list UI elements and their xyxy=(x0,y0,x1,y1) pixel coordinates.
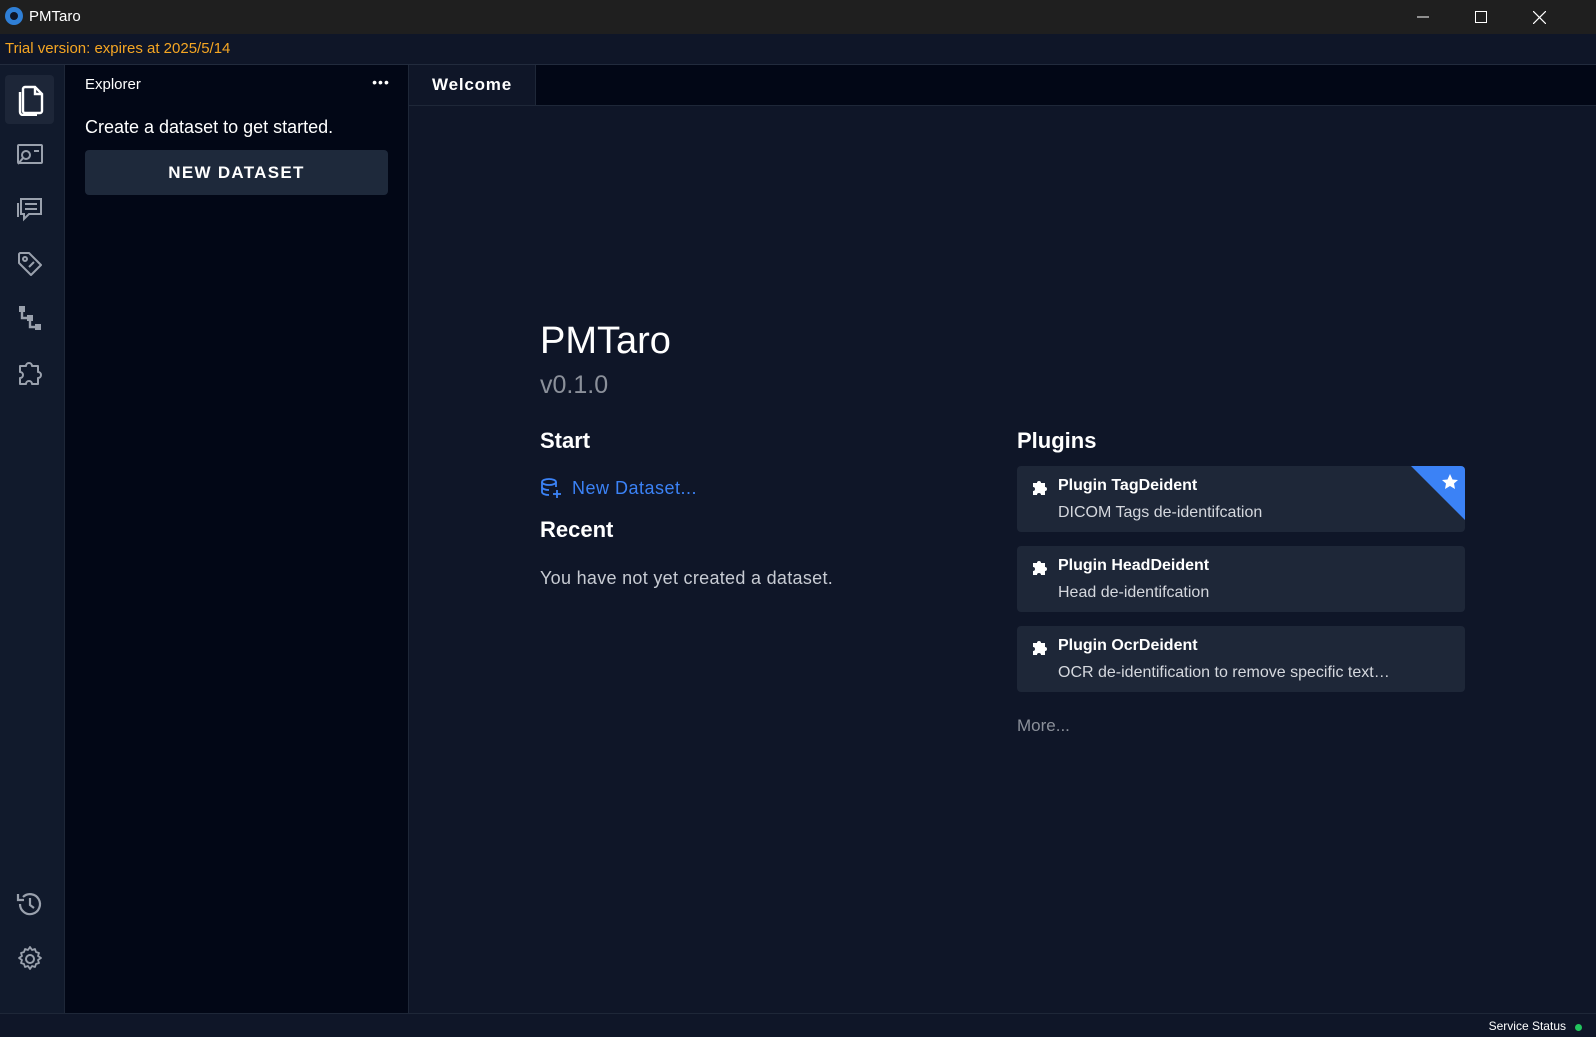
comments-icon xyxy=(16,197,42,221)
plugin-card-tagdeident[interactable]: Plugin TagDeident DICOM Tags de-identifc… xyxy=(1017,466,1465,532)
minimize-button[interactable] xyxy=(1394,0,1452,34)
gear-icon xyxy=(17,945,42,970)
plugin-card-ocrdeident[interactable]: Plugin OcrDeident OCR de-identification … xyxy=(1017,626,1465,692)
plugin-description: Head de-identifcation xyxy=(1058,584,1210,601)
puzzle-icon xyxy=(18,361,42,385)
tag-icon xyxy=(17,251,42,276)
image-viewer-icon xyxy=(16,143,43,165)
maximize-button[interactable] xyxy=(1452,0,1510,34)
recent-empty-text: You have not yet created a dataset. xyxy=(540,568,834,588)
explorer-hint: Create a dataset to get started. xyxy=(85,117,334,137)
explorer-title: Explorer xyxy=(85,76,141,93)
explorer-more-button[interactable]: ••• xyxy=(370,73,392,91)
trial-banner: Trial version: expires at 2025/5/14 xyxy=(0,34,1596,65)
start-title: Start xyxy=(540,428,591,453)
new-dataset-button[interactable]: NEW DATASET xyxy=(85,150,388,195)
database-add-icon xyxy=(541,478,561,498)
activity-settings[interactable] xyxy=(5,934,54,983)
window-title: PMTaro xyxy=(29,8,81,25)
new-dataset-link[interactable]: New Dataset... xyxy=(540,475,697,501)
trial-text: Trial version: expires at 2025/5/14 xyxy=(5,40,231,57)
activity-tags[interactable] xyxy=(5,239,54,288)
close-button[interactable] xyxy=(1510,0,1568,34)
service-status-label[interactable]: Service Status xyxy=(1489,1019,1566,1033)
plugin-description: OCR de-identification to remove specific… xyxy=(1058,664,1390,681)
explorer-panel: Explorer ••• Create a dataset to get sta… xyxy=(65,65,409,1013)
activity-bar xyxy=(0,65,65,1013)
activity-workflow[interactable] xyxy=(5,293,54,342)
title-bar: PMTaro xyxy=(0,0,1596,34)
minimize-icon xyxy=(1417,16,1429,18)
plugin-card-headdeident[interactable]: Plugin HeadDeident Head de-identifcation xyxy=(1017,546,1465,612)
editor-tab-bar: Welcome xyxy=(409,65,1596,106)
plugin-name: Plugin TagDeident xyxy=(1058,477,1198,494)
new-dataset-link-label: New Dataset... xyxy=(572,477,698,498)
plugin-description: DICOM Tags de-identifcation xyxy=(1058,504,1263,521)
app-version: v0.1.0 xyxy=(540,371,609,399)
activity-comments[interactable] xyxy=(5,184,54,233)
plugins-title: Plugins xyxy=(1017,428,1097,453)
close-icon xyxy=(1532,10,1546,24)
puzzle-icon xyxy=(1033,481,1047,495)
activity-plugins[interactable] xyxy=(5,347,54,396)
app-logo-icon xyxy=(5,7,23,25)
puzzle-icon xyxy=(1033,561,1047,575)
recent-title: Recent xyxy=(540,517,614,542)
maximize-icon xyxy=(1475,11,1487,23)
history-icon xyxy=(16,892,41,915)
star-badge-icon xyxy=(1411,466,1465,520)
plugin-name: Plugin HeadDeident xyxy=(1058,557,1210,574)
app-window: PMTaro Trial version: expires at 2025/5/… xyxy=(0,0,1596,1037)
welcome-page: PMTaro v0.1.0 Start New Dataset... Recen… xyxy=(409,106,1596,1013)
activity-history[interactable] xyxy=(5,879,54,928)
service-status-indicator xyxy=(1575,1024,1582,1031)
tab-welcome[interactable]: Welcome xyxy=(409,65,536,105)
files-icon xyxy=(18,85,43,116)
activity-explorer[interactable] xyxy=(5,75,54,124)
more-plugins-link[interactable]: More... xyxy=(1017,716,1070,736)
app-name: PMTaro xyxy=(540,320,671,362)
workflow-icon xyxy=(18,305,41,330)
status-bar: Service Status xyxy=(0,1013,1596,1037)
puzzle-icon xyxy=(1033,641,1047,655)
activity-viewer[interactable] xyxy=(5,130,54,179)
plugin-name: Plugin OcrDeident xyxy=(1058,637,1198,654)
